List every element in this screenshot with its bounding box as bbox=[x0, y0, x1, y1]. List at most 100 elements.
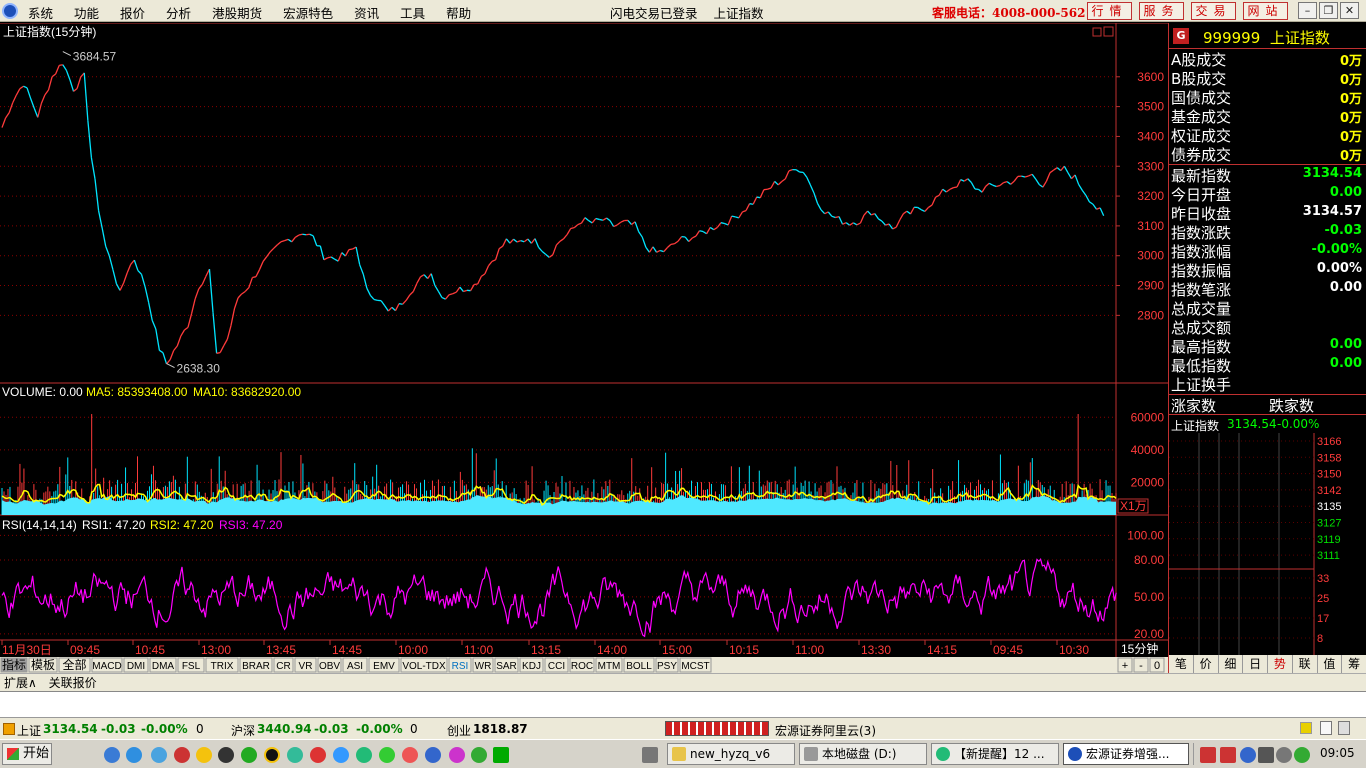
price-segment bbox=[867, 210, 872, 216]
panel-tab[interactable]: 势 bbox=[1268, 655, 1293, 673]
chart-option-icon[interactable] bbox=[1092, 27, 1102, 37]
chrome-icon[interactable] bbox=[379, 747, 395, 763]
task-browser[interactable]: 【新提醒】12 ... bbox=[931, 743, 1059, 765]
price-segment bbox=[784, 170, 790, 180]
chart-maximize-icon[interactable] bbox=[1103, 26, 1114, 37]
video-icon[interactable] bbox=[310, 747, 326, 763]
tab-trade-button[interactable]: 交易 bbox=[1191, 2, 1236, 20]
indicator-tab[interactable]: ROC bbox=[571, 661, 593, 672]
indicator-tab[interactable]: KDJ bbox=[522, 661, 541, 672]
chart-zoom-button[interactable]: - bbox=[1139, 660, 1143, 672]
price-segment bbox=[15, 88, 21, 96]
indicator-tab[interactable]: WR bbox=[475, 661, 492, 672]
chart-zoom-button[interactable]: + bbox=[1122, 660, 1128, 672]
tab-service-button[interactable]: 服务 bbox=[1139, 2, 1184, 20]
panel-tab[interactable]: 日 bbox=[1243, 655, 1268, 673]
music-icon[interactable] bbox=[402, 747, 418, 763]
menu-item-3[interactable]: 分析 bbox=[166, 3, 191, 22]
stat-row: 指数涨幅 -0.00% bbox=[1169, 241, 1366, 261]
close-icon[interactable]: ✕ bbox=[1340, 2, 1359, 19]
mini-intraday-chart[interactable]: 3166 3158 3150 3142 3135 3127 3119 3111 33 25 17 8 bbox=[1169, 433, 1366, 663]
indicator-tab[interactable]: DMI bbox=[127, 661, 145, 672]
panel-tab[interactable]: 值 bbox=[1318, 655, 1343, 673]
indicator-tab[interactable]: DMA bbox=[152, 661, 175, 672]
mail-icon[interactable] bbox=[333, 747, 349, 763]
browser-icon[interactable] bbox=[151, 747, 167, 763]
task-folder[interactable]: new_hyzq_v6 bbox=[667, 743, 795, 765]
indicator-tab[interactable]: SAR bbox=[496, 661, 517, 672]
tool-icon[interactable] bbox=[287, 747, 303, 763]
kline-chart[interactable]: 上证指数(15分钟) 3600 3500 3400 3300 3200 3100 3000 29… bbox=[0, 23, 1168, 673]
chart-zoom-button[interactable]: 0 bbox=[1154, 660, 1160, 672]
menu-item-0[interactable]: 系统 bbox=[28, 3, 53, 22]
ie-icon[interactable] bbox=[126, 747, 142, 763]
menu-item-7[interactable]: 工具 bbox=[400, 3, 425, 22]
indicator-tab[interactable]: MACD bbox=[92, 661, 121, 672]
security-icon[interactable] bbox=[241, 747, 257, 763]
qq-icon[interactable] bbox=[264, 747, 280, 763]
tray-network-icon[interactable] bbox=[1240, 747, 1256, 763]
task-drive[interactable]: 本地磁盘 (D:) bbox=[799, 743, 927, 765]
keyboard-icon[interactable] bbox=[642, 747, 658, 763]
tray-update-icon[interactable] bbox=[1294, 747, 1310, 763]
indicator-tab[interactable]: BRAR bbox=[242, 661, 270, 672]
indicator-tab[interactable]: MCST bbox=[681, 661, 709, 672]
tray-app-icon[interactable] bbox=[1200, 747, 1216, 763]
menu-item-2[interactable]: 报价 bbox=[120, 3, 145, 22]
indicator-tab[interactable]: VOL-TDX bbox=[402, 661, 446, 672]
explorer-icon[interactable] bbox=[425, 747, 441, 763]
task-trading-app[interactable]: 宏源证券增强... bbox=[1063, 743, 1189, 765]
panel-tab[interactable]: 筹 bbox=[1342, 655, 1366, 673]
tab-related-quotes[interactable]: 关联报价 bbox=[49, 676, 97, 690]
price-segment bbox=[956, 179, 962, 188]
tray-security-icon[interactable] bbox=[1276, 747, 1292, 763]
tab-market-button[interactable]: 行情 bbox=[1087, 2, 1132, 20]
price-segment bbox=[1028, 173, 1033, 177]
tray-volume-icon[interactable] bbox=[1258, 747, 1274, 763]
lock-icon[interactable] bbox=[1338, 721, 1350, 735]
indicator-tab[interactable]: 模板 bbox=[31, 658, 55, 672]
ie-alt-icon[interactable] bbox=[471, 747, 487, 763]
menu-item-6[interactable]: 资讯 bbox=[354, 3, 379, 22]
indicator-tab[interactable]: VR bbox=[299, 661, 313, 672]
mini-change: -0.00% bbox=[1277, 417, 1320, 431]
mini-chart-header: 上证指数 3134.54 -0.00% bbox=[1169, 415, 1366, 433]
menu-item-8[interactable]: 帮助 bbox=[446, 3, 471, 22]
tab-website-button[interactable]: 网站 bbox=[1243, 2, 1288, 20]
panel-tab[interactable]: 联 bbox=[1293, 655, 1318, 673]
indicator-tab[interactable]: BOLL bbox=[626, 661, 652, 672]
indicator-tab[interactable]: 指标 bbox=[2, 657, 26, 672]
indicator-tab[interactable]: RSI bbox=[452, 661, 469, 672]
app-icon[interactable] bbox=[174, 747, 190, 763]
menu-item-4[interactable]: 港股期货 bbox=[212, 3, 262, 22]
panel-tab[interactable]: 细 bbox=[1219, 655, 1244, 673]
media-icon[interactable] bbox=[218, 747, 234, 763]
panel-tab[interactable]: 笔 bbox=[1169, 655, 1194, 673]
paint-icon[interactable] bbox=[449, 747, 465, 763]
emoji-icon[interactable] bbox=[196, 747, 212, 763]
indicator-tab[interactable]: TRIX bbox=[211, 661, 234, 672]
tray-qq-icon[interactable] bbox=[1220, 747, 1236, 763]
indicator-tab[interactable]: PSY bbox=[657, 661, 677, 672]
stat-row: 国债成交 0万 bbox=[1169, 87, 1366, 107]
start-button[interactable]: 开始 bbox=[2, 743, 52, 765]
show-desktop-icon[interactable] bbox=[104, 747, 120, 763]
indicator-tab[interactable]: FSL bbox=[182, 661, 201, 672]
indicator-tab[interactable]: 全部 bbox=[62, 657, 86, 672]
menu-item-1[interactable]: 功能 bbox=[74, 3, 99, 22]
notice-icon[interactable] bbox=[1300, 722, 1312, 734]
indicator-tab[interactable]: OBV bbox=[319, 661, 340, 672]
indicator-tab[interactable]: MTM bbox=[598, 661, 621, 672]
panel-tab[interactable]: 价 bbox=[1194, 655, 1219, 673]
chart-area[interactable]: 上证指数(15分钟) 3600 3500 3400 3300 3200 3100 3000 29… bbox=[0, 23, 1168, 673]
tab-expand[interactable]: 扩展∧ bbox=[4, 676, 37, 690]
indicator-tab[interactable]: EMV bbox=[373, 661, 395, 672]
indicator-tab[interactable]: CCI bbox=[548, 661, 565, 672]
indicator-tab[interactable]: ASI bbox=[347, 661, 363, 672]
ie-green-icon[interactable] bbox=[356, 747, 372, 763]
stock-app-icon[interactable] bbox=[493, 747, 509, 763]
indicator-tab[interactable]: CR bbox=[276, 661, 290, 672]
restore-icon[interactable]: ❐ bbox=[1319, 2, 1338, 19]
menu-item-5[interactable]: 宏源特色 bbox=[283, 3, 333, 22]
minimize-icon[interactable]: – bbox=[1298, 2, 1317, 19]
